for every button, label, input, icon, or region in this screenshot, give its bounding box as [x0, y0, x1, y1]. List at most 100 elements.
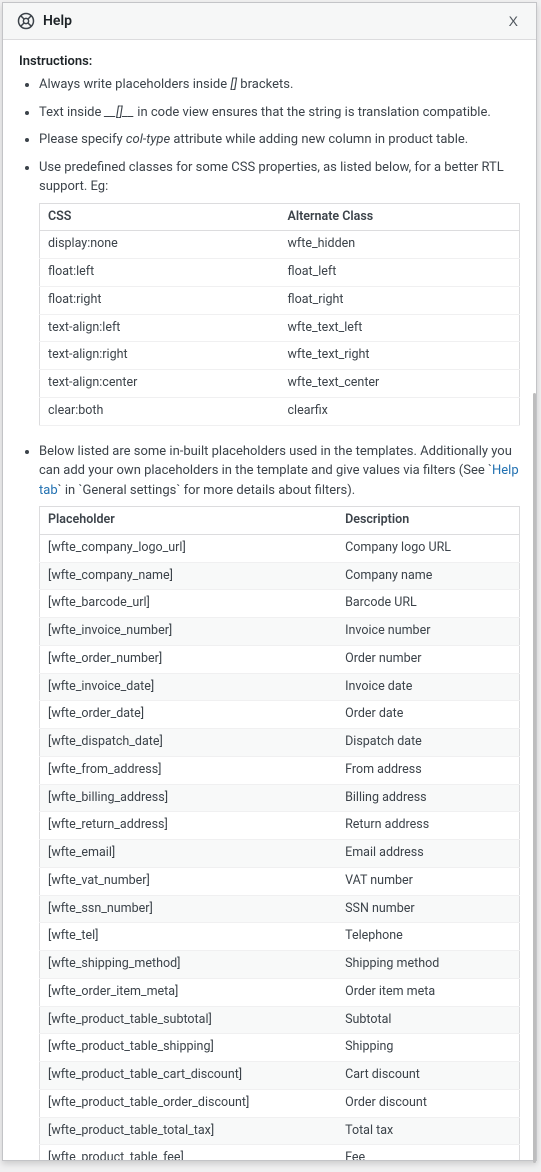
table-row: [wfte_product_table_order_discount]Order… [40, 1089, 520, 1117]
table-cell: [wfte_order_date] [40, 701, 338, 729]
table-row: [wfte_email]Email address [40, 840, 520, 868]
table-cell: [wfte_from_address] [40, 756, 338, 784]
table-cell: wfte_hidden [280, 231, 520, 259]
instruction-item: Please specify col-type attribute while … [39, 130, 520, 150]
help-icon [17, 12, 35, 30]
table-cell: Order number [337, 645, 519, 673]
table-cell: display:none [40, 231, 280, 259]
table-row: [wfte_ssn_number]SSN number [40, 895, 520, 923]
table-cell: [wfte_billing_address] [40, 784, 338, 812]
table-cell: wfte_text_right [280, 342, 520, 370]
instruction-text: attribute while adding new column in pro… [170, 132, 468, 147]
css-table-wrap: CSS Alternate Class display:nonewfte_hid… [39, 203, 520, 426]
close-button[interactable]: X [505, 11, 522, 31]
modal-title-wrap: Help [17, 12, 72, 30]
table-cell: wfte_text_center [280, 370, 520, 398]
table-row: [wfte_shipping_method]Shipping method [40, 951, 520, 979]
table-cell: Company name [337, 562, 519, 590]
table-row: [wfte_order_item_meta]Order item meta [40, 978, 520, 1006]
table-row: [wfte_product_table_subtotal]Subtotal [40, 1006, 520, 1034]
modal-title: Help [43, 13, 72, 29]
table-cell: wfte_text_left [280, 314, 520, 342]
table-cell: [wfte_product_table_order_discount] [40, 1089, 338, 1117]
table-row: clear:bothclearfix [40, 397, 520, 425]
instruction-text: Always write placeholders inside [39, 77, 230, 92]
table-cell: [wfte_order_item_meta] [40, 978, 338, 1006]
table-row: float:leftfloat_left [40, 259, 520, 287]
table-cell: Company logo URL [337, 534, 519, 562]
table-cell: From address [337, 756, 519, 784]
table-row: display:nonewfte_hidden [40, 231, 520, 259]
table-cell: Invoice date [337, 673, 519, 701]
table-cell: [wfte_return_address] [40, 812, 338, 840]
instruction-item: Use predefined classes for some CSS prop… [39, 158, 520, 426]
table-cell: [wfte_barcode_url] [40, 590, 338, 618]
help-modal: Help X Instructions: Always write placeh… [2, 2, 537, 1161]
wrap-literal: __[]__ [105, 105, 134, 120]
instructions-list: Always write placeholders inside [] brac… [19, 75, 520, 1160]
table-cell: clear:both [40, 397, 280, 425]
table-cell: [wfte_invoice_date] [40, 673, 338, 701]
ph-table-wrap: Placeholder Description [wfte_company_lo… [39, 506, 520, 1160]
table-row: [wfte_from_address]From address [40, 756, 520, 784]
table-cell: Dispatch date [337, 729, 519, 757]
table-cell: [wfte_ssn_number] [40, 895, 338, 923]
instruction-item: Text inside __[]__ in code view ensures … [39, 103, 520, 123]
table-row: [wfte_order_number]Order number [40, 645, 520, 673]
table-cell: [wfte_order_number] [40, 645, 338, 673]
table-row: [wfte_vat_number]VAT number [40, 867, 520, 895]
instruction-text: Use predefined classes for some CSS prop… [39, 160, 504, 195]
table-cell: Email address [337, 840, 519, 868]
table-row: float:rightfloat_right [40, 286, 520, 314]
table-row: [wfte_product_table_total_tax]Total tax [40, 1117, 520, 1145]
table-cell: Barcode URL [337, 590, 519, 618]
attr-literal: col-type [126, 132, 170, 147]
table-cell: Total tax [337, 1117, 519, 1145]
table-row: [wfte_company_name]Company name [40, 562, 520, 590]
table-row: [wfte_product_table_fee]Fee [40, 1145, 520, 1160]
table-cell: [wfte_company_name] [40, 562, 338, 590]
table-row: text-align:rightwfte_text_right [40, 342, 520, 370]
table-cell: [wfte_vat_number] [40, 867, 338, 895]
table-cell: float:left [40, 259, 280, 287]
table-cell: Fee [337, 1145, 519, 1160]
css-table-header: Alternate Class [280, 203, 520, 231]
table-cell: [wfte_dispatch_date] [40, 729, 338, 757]
instruction-text: for more details about filters). [180, 483, 355, 498]
placeholder-table: Placeholder Description [wfte_company_lo… [39, 506, 520, 1160]
table-cell: float_right [280, 286, 520, 314]
table-cell: SSN number [337, 895, 519, 923]
table-cell: [wfte_tel] [40, 923, 338, 951]
instruction-item: Always write placeholders inside [] brac… [39, 75, 520, 95]
table-cell: Order discount [337, 1089, 519, 1117]
table-cell: text-align:left [40, 314, 280, 342]
ph-table-header: Description [337, 507, 519, 535]
table-cell: [wfte_shipping_method] [40, 951, 338, 979]
table-cell: Order item meta [337, 978, 519, 1006]
table-cell: float_left [280, 259, 520, 287]
table-cell: Cart discount [337, 1062, 519, 1090]
instructions-heading: Instructions: [19, 54, 520, 69]
css-table-header: CSS [40, 203, 280, 231]
table-cell: [wfte_product_table_shipping] [40, 1034, 338, 1062]
instruction-text: in [62, 483, 79, 498]
table-row: [wfte_invoice_date]Invoice date [40, 673, 520, 701]
table-cell: [wfte_product_table_subtotal] [40, 1006, 338, 1034]
scrollbar[interactable] [533, 393, 536, 1163]
table-row: [wfte_order_date]Order date [40, 701, 520, 729]
table-row: [wfte_product_table_shipping]Shipping [40, 1034, 520, 1062]
table-cell: Subtotal [337, 1006, 519, 1034]
table-cell: float:right [40, 286, 280, 314]
table-cell: Return address [337, 812, 519, 840]
instruction-text: Text inside [39, 105, 105, 120]
general-settings-literal: `General settings` [78, 483, 180, 498]
table-cell: Telephone [337, 923, 519, 951]
table-row: text-align:centerwfte_text_center [40, 370, 520, 398]
table-row: [wfte_barcode_url]Barcode URL [40, 590, 520, 618]
table-row: text-align:leftwfte_text_left [40, 314, 520, 342]
table-cell: text-align:center [40, 370, 280, 398]
table-cell: Shipping [337, 1034, 519, 1062]
modal-header: Help X [3, 3, 536, 40]
table-cell: [wfte_product_table_cart_discount] [40, 1062, 338, 1090]
table-row: [wfte_billing_address]Billing address [40, 784, 520, 812]
